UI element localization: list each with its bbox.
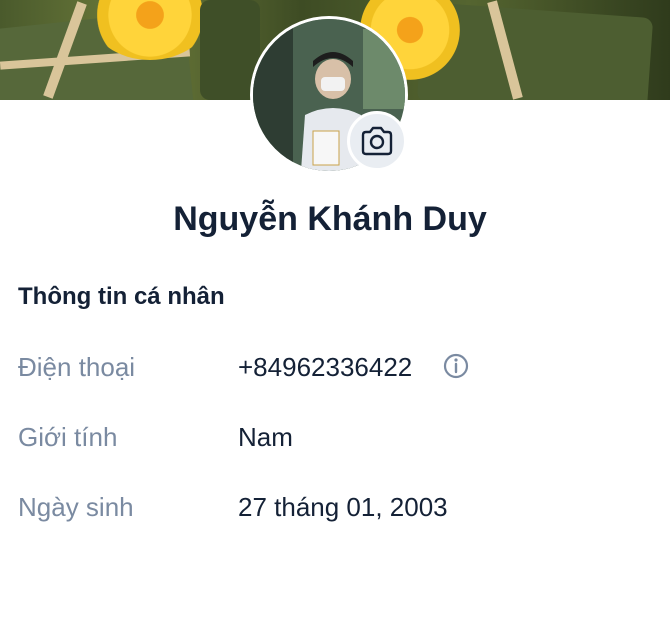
info-row-birthday: Ngày sinh 27 tháng 01, 2003 bbox=[18, 492, 658, 528]
section-title-personal-info: Thông tin cá nhân bbox=[18, 283, 225, 310]
avatar-container bbox=[250, 16, 408, 174]
phone-value: +84962336422 bbox=[238, 352, 413, 382]
info-row-gender: Giới tính Nam bbox=[18, 422, 658, 458]
change-avatar-button[interactable] bbox=[347, 111, 407, 171]
camera-icon bbox=[361, 126, 393, 156]
info-row-phone: Điện thoại +84962336422 bbox=[18, 352, 658, 388]
profile-name: Nguyễn Khánh Duy bbox=[173, 200, 487, 238]
info-icon[interactable] bbox=[442, 352, 470, 380]
birthday-label: Ngày sinh bbox=[18, 492, 134, 522]
birthday-value: 27 tháng 01, 2003 bbox=[238, 492, 448, 522]
phone-label: Điện thoại bbox=[18, 352, 136, 382]
gender-value: Nam bbox=[238, 422, 293, 452]
gender-label: Giới tính bbox=[18, 422, 118, 452]
